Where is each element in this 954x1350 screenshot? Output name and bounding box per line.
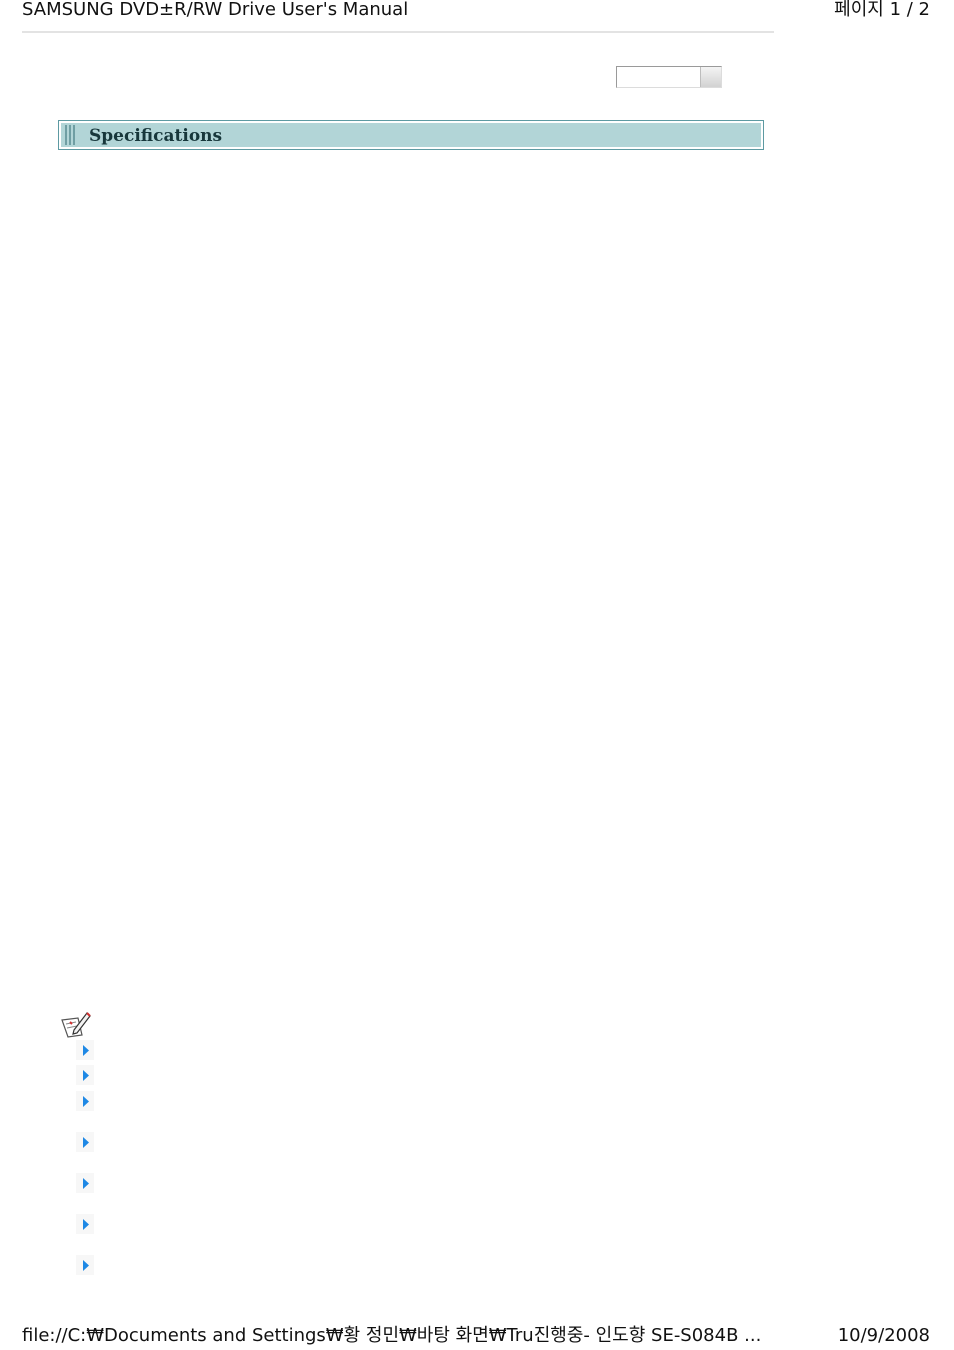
- section-title: Specifications: [89, 126, 223, 146]
- blue-triangle-bullet-icon: [76, 1091, 94, 1111]
- blue-triangle-bullet-icon: [76, 1065, 94, 1085]
- blue-triangle-bullet-icon: [76, 1173, 94, 1193]
- file-path: file://C:₩Documents and Settings₩황 정민₩바탕…: [22, 1325, 762, 1346]
- blue-triangle-bullet-icon: [76, 1040, 94, 1060]
- header-divider: [22, 31, 774, 33]
- dropdown-button[interactable]: [700, 67, 721, 87]
- page-indicator: 페이지 1 / 2: [834, 0, 930, 20]
- section-header-bar: Specifications: [58, 120, 764, 150]
- note-pencil-icon: [60, 1010, 92, 1038]
- blue-triangle-bullet-icon: [76, 1132, 94, 1152]
- grip-lines-icon: [65, 125, 77, 145]
- blue-triangle-bullet-icon: [76, 1214, 94, 1234]
- blue-triangle-bullet-icon: [76, 1255, 94, 1275]
- document-title: SAMSUNG DVD±R/RW Drive User's Manual: [22, 0, 409, 20]
- print-date: 10/9/2008: [837, 1325, 930, 1346]
- model-select-dropdown[interactable]: [616, 66, 722, 88]
